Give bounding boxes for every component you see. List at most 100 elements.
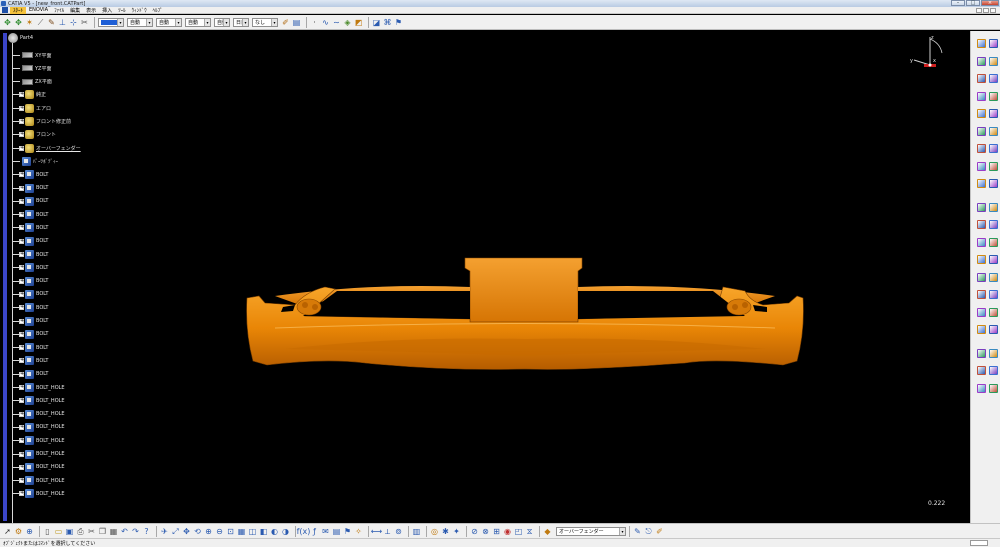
slot-icon[interactable]: [989, 91, 998, 101]
axis-icon[interactable]: ⊥: [58, 18, 67, 27]
expand-icon[interactable]: +: [19, 212, 24, 218]
expand-icon[interactable]: +: [19, 305, 24, 311]
expand-icon[interactable]: +: [19, 172, 24, 178]
groove-icon[interactable]: [977, 74, 986, 83]
expand-icon[interactable]: +: [19, 398, 24, 404]
axis-tool-icon[interactable]: [989, 383, 998, 393]
chamfer-icon[interactable]: [989, 144, 998, 153]
add-icon[interactable]: [977, 307, 986, 317]
menu-view[interactable]: 表示: [83, 7, 99, 14]
translate-tool-icon[interactable]: [977, 237, 986, 247]
measure-item-icon[interactable]: ⟂: [383, 527, 392, 536]
expand-icon[interactable]: +: [19, 105, 24, 111]
sketch-tool-icon[interactable]: [977, 39, 986, 48]
pocket-icon[interactable]: [977, 56, 986, 66]
tree-node[interactable]: + BOLT_HOLE: [12, 476, 65, 486]
curve-icon[interactable]: ∿: [321, 18, 330, 27]
constraint-icon[interactable]: [989, 348, 998, 358]
rib-icon[interactable]: [977, 91, 986, 101]
work-object-combo[interactable]: オーバーフェンダー ▾: [556, 526, 626, 536]
zoom-icon[interactable]: ⊕: [25, 527, 34, 536]
expand-icon[interactable]: +: [19, 358, 24, 364]
point-symbol-combo[interactable]: 自動 ▾: [214, 17, 230, 27]
expand-icon[interactable]: +: [19, 119, 24, 124]
tree-node[interactable]: + BOLT_HOLE: [12, 383, 65, 393]
tree-node[interactable]: + オーバーフェンダー: [12, 143, 81, 153]
fly-mode-icon[interactable]: ✈: [160, 527, 169, 536]
sketch-icon[interactable]: ◪: [372, 18, 381, 27]
tree-node[interactable]: + BOLT: [12, 356, 48, 366]
expand-icon[interactable]: +: [19, 411, 24, 417]
chevron-down-icon[interactable]: ▾: [223, 18, 229, 26]
tree-node[interactable]: + BOLT: [12, 210, 48, 220]
tree-node[interactable]: + BOLT: [12, 196, 48, 206]
multi-view-icon[interactable]: ▦: [237, 527, 246, 536]
rotate-icon[interactable]: ⟲: [193, 527, 202, 536]
expand-icon[interactable]: +: [19, 345, 24, 351]
fillet-icon[interactable]: [977, 144, 986, 153]
exit-workbench-icon[interactable]: ⎋: [644, 527, 653, 536]
expand-icon[interactable]: +: [19, 491, 24, 497]
chevron-down-icon[interactable]: ▾: [175, 18, 181, 26]
paint-icon[interactable]: ✐: [655, 527, 664, 536]
swap-space-icon[interactable]: ◑: [281, 527, 290, 536]
zoom-out-icon[interactable]: ⊖: [215, 527, 224, 536]
split-icon[interactable]: [977, 202, 986, 212]
multi-pad-icon[interactable]: [989, 109, 998, 118]
tree-node[interactable]: YZ平面: [12, 63, 51, 73]
tree-root[interactable]: Part4: [8, 33, 33, 43]
expand-icon[interactable]: +: [19, 132, 24, 138]
redo-icon[interactable]: ↷: [131, 527, 140, 536]
tree-node[interactable]: + BOLT_HOLE: [12, 449, 65, 459]
snap-icon[interactable]: ✶: [25, 18, 34, 27]
chevron-down-icon[interactable]: ▾: [242, 18, 248, 26]
tree-node[interactable]: + BOLT: [12, 170, 48, 180]
maximize-button[interactable]: □: [966, 0, 980, 6]
draft-icon[interactable]: [977, 161, 986, 171]
fit-all-icon[interactable]: ⤢: [171, 527, 180, 536]
tree-node[interactable]: + BOLT_HOLE: [12, 422, 65, 432]
measure-between-icon[interactable]: ⟷: [371, 527, 382, 536]
color-combo[interactable]: ▾: [98, 17, 124, 27]
open-file-icon[interactable]: ▭: [54, 527, 63, 536]
loft-icon[interactable]: [977, 126, 986, 136]
paint-brush-icon[interactable]: ✐: [281, 18, 290, 27]
expand-icon[interactable]: +: [19, 252, 24, 257]
chevron-down-icon[interactable]: ▾: [204, 18, 210, 26]
chevron-down-icon[interactable]: ▾: [619, 527, 625, 535]
clash-icon[interactable]: ⊗: [481, 527, 490, 536]
paste-icon[interactable]: ▦: [109, 527, 118, 536]
workbench-icon[interactable]: ⚙: [14, 527, 23, 536]
document-icon[interactable]: [2, 7, 8, 13]
spline-icon[interactable]: ∼: [332, 18, 341, 27]
cut-icon[interactable]: ✂: [87, 527, 96, 536]
hide-show-icon[interactable]: ◐: [270, 527, 279, 536]
menu-file[interactable]: ﾌｧｲﾙ: [51, 7, 67, 14]
expand-icon[interactable]: +: [19, 185, 24, 191]
tree-node[interactable]: + BOLT: [12, 250, 48, 260]
expand-icon[interactable]: +: [19, 464, 24, 470]
tree-node[interactable]: + BOLT_HOLE: [12, 396, 65, 406]
expand-icon[interactable]: +: [19, 385, 24, 390]
distance-icon[interactable]: ⊞: [492, 527, 501, 536]
scissors-icon[interactable]: ✂: [80, 18, 89, 27]
chevron-down-icon[interactable]: ▾: [271, 18, 277, 26]
menu-insert[interactable]: 挿入: [99, 7, 115, 14]
doc-restore-button[interactable]: [983, 8, 989, 13]
tree-node[interactable]: + BOLT: [12, 316, 48, 326]
measure-icon[interactable]: ⟋: [36, 18, 45, 27]
symmetry-icon[interactable]: [977, 255, 986, 264]
save-icon[interactable]: ▣: [65, 527, 74, 536]
shell-icon[interactable]: [989, 161, 998, 171]
tree-node[interactable]: + BOLT_HOLE: [12, 436, 65, 446]
inertia-icon[interactable]: ⊚: [394, 527, 403, 536]
catalog-icon[interactable]: ⚑: [343, 527, 352, 536]
tree-node[interactable]: ﾊﾟｰﾂﾎﾞﾃﾞｨｰ: [12, 156, 58, 166]
menu-start[interactable]: ｽﾀｰﾄ: [10, 6, 27, 14]
render-icon[interactable]: ✱: [441, 527, 450, 536]
tree-node[interactable]: + フロント修正前: [12, 117, 71, 127]
normal-view-icon[interactable]: ⊡: [226, 527, 235, 536]
chevron-down-icon[interactable]: ▾: [146, 18, 152, 26]
tree-node[interactable]: + BOLT: [12, 303, 48, 313]
doc-minimize-button[interactable]: [976, 8, 982, 13]
